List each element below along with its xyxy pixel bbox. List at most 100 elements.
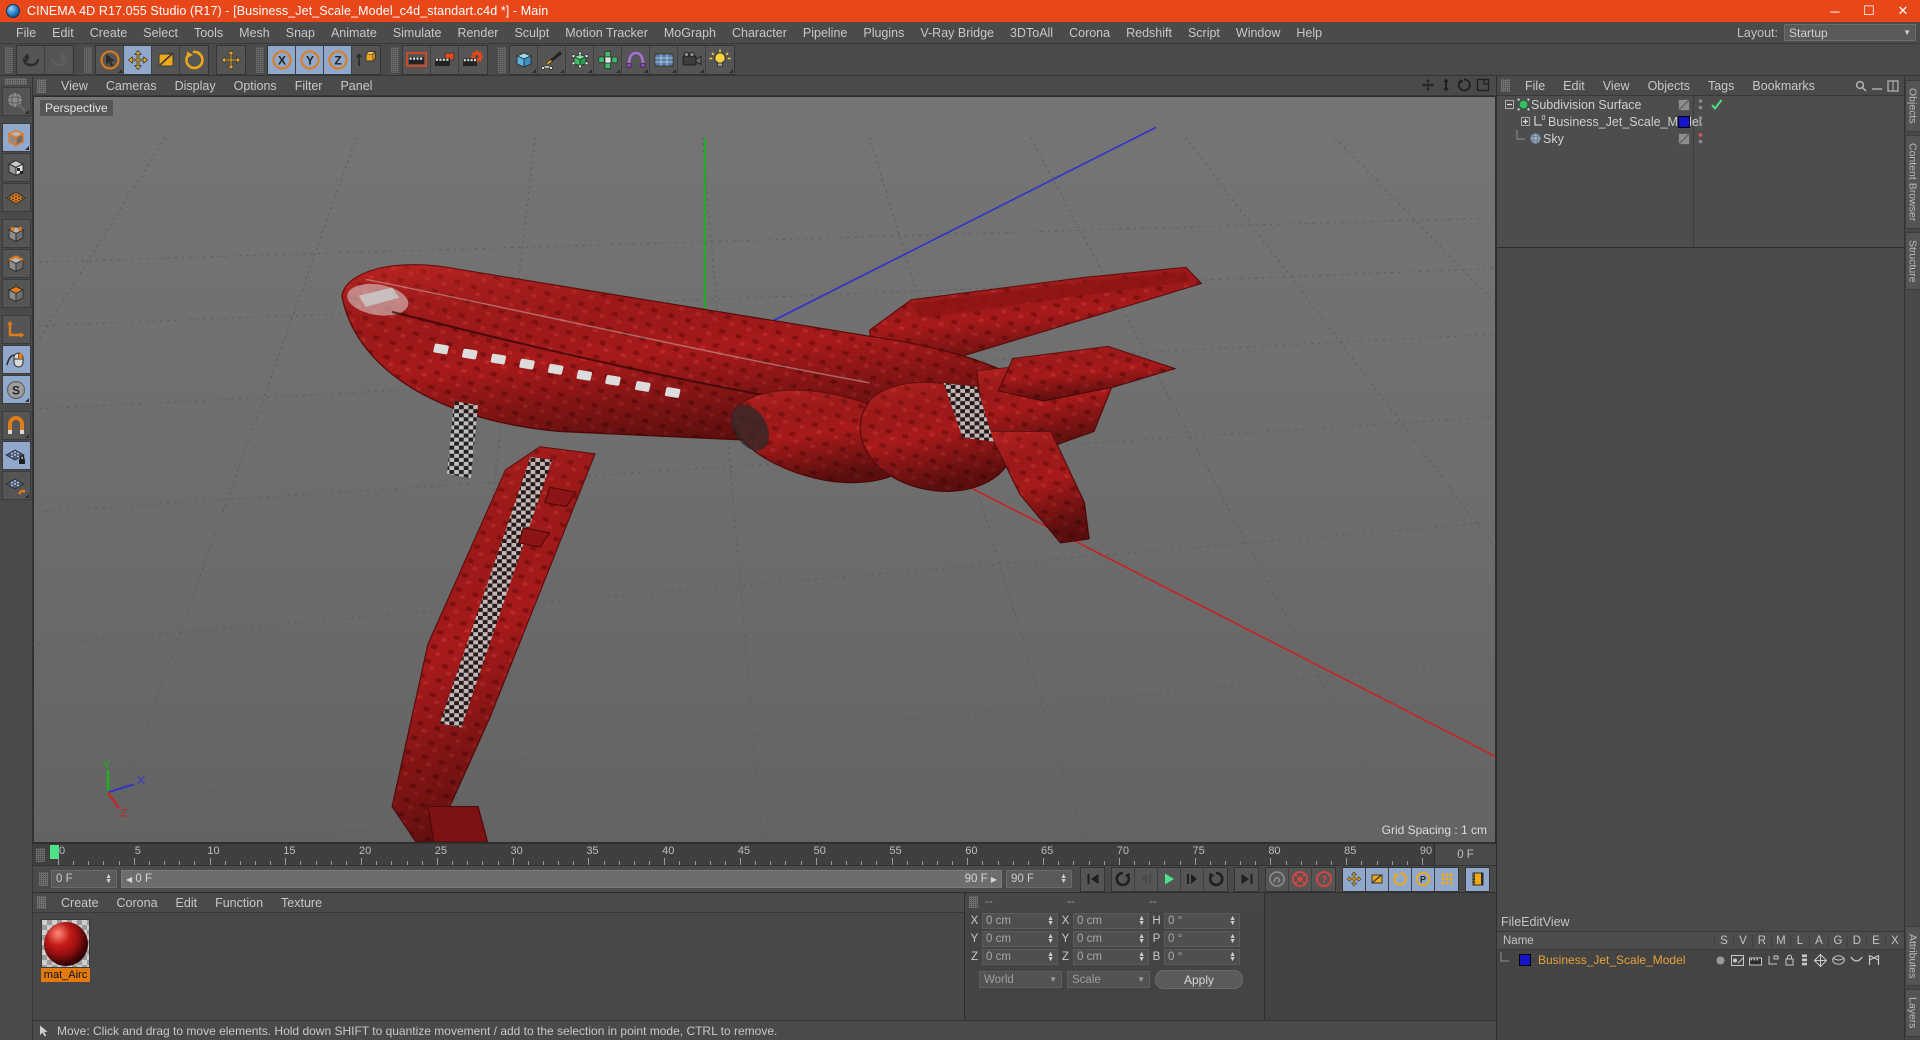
viewport-navigation-tool[interactable] — [1, 87, 31, 116]
menu-sculpt[interactable]: Sculpt — [506, 22, 557, 44]
render-settings-button[interactable] — [459, 45, 487, 74]
spinner-icon[interactable]: ▲ ▼ — [1229, 951, 1236, 963]
layer-col-v[interactable]: V — [1732, 934, 1752, 947]
coord-field-pos-y[interactable]: 0 cm ▲ ▼ — [982, 931, 1058, 947]
material-menu-texture[interactable]: Texture — [272, 893, 331, 913]
timeline-ruler[interactable]: 0 5 10 15 20 25 30 35 40 45 50 55 60 65 70 75 80 85 90 — [48, 844, 1434, 865]
live-selection-tool[interactable] — [96, 45, 124, 74]
layer-col-g[interactable]: G — [1827, 934, 1847, 947]
viewport-menu-options[interactable]: Options — [225, 76, 286, 96]
menu-script[interactable]: Script — [1180, 22, 1228, 44]
spinner-icon[interactable]: ▲ ▼ — [1229, 915, 1236, 927]
manager-icon[interactable] — [1767, 955, 1779, 966]
world-object-coordinates[interactable] — [352, 45, 380, 74]
menu-snap[interactable]: Snap — [278, 22, 323, 44]
move-duplicate-tool[interactable] — [217, 45, 245, 74]
generator-icon[interactable] — [1814, 953, 1827, 967]
coordinate-grip[interactable] — [969, 896, 978, 908]
add-light-object[interactable] — [706, 45, 734, 74]
viewport-scale-icon[interactable] — [1440, 78, 1452, 92]
layer-menu-view[interactable]: View — [1543, 915, 1570, 929]
viewport-maximize-icon[interactable] — [1476, 78, 1490, 92]
palette-grip[interactable] — [5, 78, 27, 85]
layer-col-a[interactable]: A — [1808, 934, 1828, 947]
texture-mode-button[interactable] — [1, 153, 31, 182]
menu-corona[interactable]: Corona — [1061, 22, 1118, 44]
viewport-menu-cameras[interactable]: Cameras — [97, 76, 166, 96]
render-icon[interactable] — [1749, 955, 1762, 966]
lock-y-axis[interactable]: Y — [296, 45, 324, 74]
viewport-menu-view[interactable]: View — [52, 76, 97, 96]
spinner-icon[interactable]: ▲ ▼ — [1138, 915, 1145, 927]
rotation-key-button[interactable] — [1389, 867, 1412, 891]
move-tool[interactable] — [124, 45, 152, 74]
menu-help[interactable]: Help — [1288, 22, 1330, 44]
spinner-icon[interactable]: ▲ ▼ — [1229, 933, 1236, 945]
material-menu-function[interactable]: Function — [206, 893, 272, 913]
coord-field-pos-x[interactable]: 0 cm ▲ ▼ — [982, 913, 1058, 929]
viewport-menu-filter[interactable]: Filter — [286, 76, 332, 96]
undo-button[interactable] — [17, 45, 45, 74]
panel-options-icon[interactable] — [1887, 79, 1899, 92]
deformer-icon[interactable] — [1832, 954, 1845, 966]
lock-z-axis[interactable]: Z — [324, 45, 352, 74]
render-view-button[interactable] — [403, 45, 431, 74]
layout-dropdown[interactable]: Startup ▼ — [1784, 24, 1916, 41]
add-environment-object[interactable] — [650, 45, 678, 74]
menu-vray-bridge[interactable]: V-Ray Bridge — [912, 22, 1002, 44]
enable-snapping-button[interactable] — [1, 411, 31, 440]
menu-motion-tracker[interactable]: Motion Tracker — [557, 22, 656, 44]
coord-field-rot-h[interactable]: 0 ° ▲ ▼ — [1164, 913, 1240, 929]
scale-key-button[interactable] — [1366, 867, 1389, 891]
layer-col-l[interactable]: L — [1789, 934, 1809, 947]
material-list[interactable]: mat_Airc — [33, 913, 964, 1020]
menu-simulate[interactable]: Simulate — [385, 22, 450, 44]
minimize-panel-icon[interactable] — [1871, 80, 1883, 92]
add-array-object[interactable] — [594, 45, 622, 74]
view-icon[interactable] — [1731, 954, 1744, 966]
coord-field-size-y[interactable]: 0 cm ▲ ▼ — [1073, 931, 1149, 947]
object-tag-checker[interactable] — [1676, 96, 1692, 113]
menu-edit[interactable]: Edit — [44, 22, 82, 44]
parameter-key-button[interactable]: P — [1412, 867, 1435, 891]
maximize-button[interactable]: ☐ — [1852, 0, 1886, 22]
spinner-icon[interactable]: ▲ ▼ — [105, 873, 112, 885]
tab-structure[interactable]: Structure — [1904, 231, 1920, 291]
material-menu-corona[interactable]: Corona — [108, 893, 167, 913]
add-cube-primitive[interactable] — [510, 45, 538, 74]
menu-character[interactable]: Character — [724, 22, 795, 44]
object-tree[interactable]: Subdivision Surface 0 Business_Jet_Scale… — [1497, 96, 1904, 247]
current-frame-field[interactable]: 0 F ▲ ▼ — [51, 870, 117, 888]
toolbar-grip-5[interactable] — [498, 46, 506, 73]
layer-col-m[interactable]: M — [1770, 934, 1790, 947]
layer-color-swatch[interactable] — [1519, 954, 1531, 966]
step-forward-button[interactable] — [1181, 867, 1204, 891]
object-menu-bookmarks[interactable]: Bookmarks — [1743, 76, 1824, 96]
rotate-tool[interactable] — [180, 45, 208, 74]
timeline-grip[interactable] — [36, 847, 45, 862]
toolbar-grip-4[interactable] — [391, 46, 399, 73]
menu-window[interactable]: Window — [1228, 22, 1288, 44]
layer-col-s[interactable]: S — [1713, 934, 1733, 947]
layer-col-e[interactable]: E — [1865, 934, 1885, 947]
viewport-menu-display[interactable]: Display — [166, 76, 225, 96]
menu-mesh[interactable]: Mesh — [231, 22, 278, 44]
coord-field-pos-z[interactable]: 0 cm ▲ ▼ — [982, 949, 1058, 965]
coordinate-mode-dropdown[interactable]: Scale ▼ — [1067, 971, 1150, 988]
viewport-menu-panel[interactable]: Panel — [331, 76, 381, 96]
go-to-next-key-button[interactable] — [1204, 867, 1227, 891]
object-row-sky[interactable]: Sky — [1497, 130, 1904, 147]
add-camera-object[interactable] — [678, 45, 706, 74]
lock-icon[interactable] — [1784, 954, 1795, 966]
menu-render[interactable]: Render — [449, 22, 506, 44]
model-mode-button[interactable] — [1, 123, 31, 152]
coord-field-rot-p[interactable]: 0 ° ▲ ▼ — [1164, 931, 1240, 947]
autokeying-button[interactable] — [1289, 867, 1312, 891]
spinner-icon[interactable]: ▲ ▼ — [1138, 951, 1145, 963]
points-mode-button[interactable] — [1, 219, 31, 248]
menu-file[interactable]: File — [8, 22, 44, 44]
go-to-previous-key-button[interactable] — [1112, 867, 1135, 891]
object-menu-view[interactable]: View — [1594, 76, 1639, 96]
add-spline-pen[interactable] — [538, 45, 566, 74]
layer-col-r[interactable]: R — [1751, 934, 1771, 947]
